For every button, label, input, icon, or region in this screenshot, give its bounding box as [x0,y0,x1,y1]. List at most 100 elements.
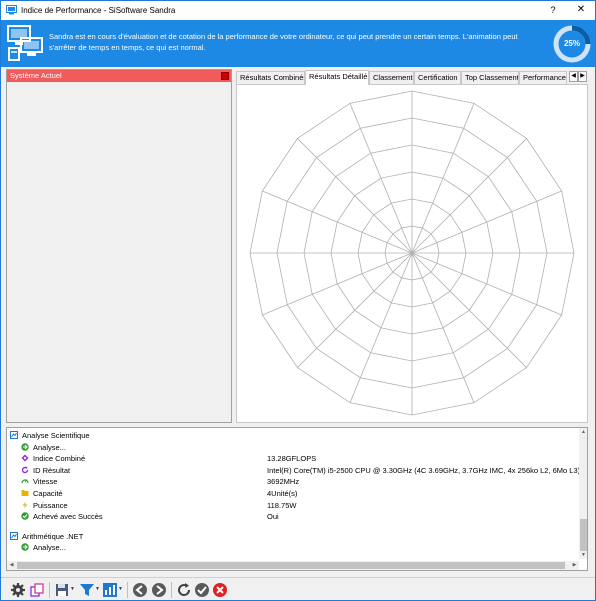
result-label: Puissance [33,500,68,510]
tab-bar: Résultats Combinés Résultats Détaillé Cl… [236,70,588,85]
radar-chart-panel [236,84,588,423]
tab-prev-icon[interactable]: ◀ [569,71,578,82]
radar-spoke [297,138,413,254]
result-row[interactable]: Vitesse [21,476,57,487]
progress-label: 25% [563,39,580,48]
close-button[interactable]: ✕ [575,4,587,16]
computer-icon [7,25,43,61]
progress-indicator: 25% [552,24,592,64]
horizontal-scrollbar[interactable]: ◀ ▶ [7,561,579,570]
tab-certification[interactable]: Certification [414,71,461,84]
result-row[interactable]: Analyse... [21,442,66,453]
filter-dropdown-icon[interactable]: ▼ [95,586,101,592]
section-header[interactable]: Analyse Scientifique [10,430,90,441]
save-dropdown-icon[interactable]: ▼ [70,586,76,592]
result-value: 13.28GFLOPS [267,454,317,464]
toolbar-separator [127,582,128,598]
panel-close-icon[interactable] [221,72,229,80]
vertical-scroll-thumb[interactable] [580,519,587,551]
radar-spoke [411,252,475,403]
diamond-icon [21,454,29,462]
folder-icon [21,490,29,496]
result-value: 118.75W [267,500,297,510]
radar-spoke [262,252,413,316]
status-banner: Sandra est en cours d'évaluation et de c… [1,20,595,67]
window-title: Indice de Performance - SiSoftware Sandr… [21,6,176,15]
radar-spoke [297,252,413,368]
result-label: Capacité [33,489,63,498]
refresh-icon[interactable] [176,582,192,598]
result-row[interactable]: Capacité [21,488,63,499]
result-label: Analyse... [33,543,66,553]
tab-classement[interactable]: Classement [369,71,414,84]
result-row[interactable]: Analyse... [21,542,66,553]
forward-icon[interactable] [151,582,167,598]
radar-spoke [411,190,562,254]
title-bar: Indice de Performance - SiSoftware Sandr… [1,1,595,20]
result-row[interactable]: Indice Combiné [21,453,85,464]
chart-icon[interactable] [102,582,118,598]
arrow-right-icon [21,442,29,451]
scroll-up-icon[interactable]: ▲ [579,428,587,436]
radar-spoke [411,252,527,368]
ok-icon[interactable] [194,582,210,598]
vertical-scrollbar[interactable]: ▲ ▼ [579,428,587,559]
bottom-toolbar: ▼ ▼ ▼ [1,577,595,600]
result-value: 3692MHz [267,477,300,487]
radar-spoke [411,252,562,316]
section-title: Arithmétique .NET [22,531,84,541]
scroll-down-icon[interactable]: ▼ [579,551,587,559]
system-panel-title: Système Actuel [10,71,62,80]
gauge-icon [21,479,29,484]
chart-icon [10,531,18,540]
help-button[interactable]: ? [547,4,559,16]
radar-spoke [411,138,527,254]
result-value: Intel(R) Core(TM) i5-2500 CPU @ 3.30GHz … [267,465,581,475]
section-header[interactable]: Arithmétique .NET [10,531,83,542]
tab-resultats-detaille[interactable]: Résultats Détaillé [305,70,369,85]
result-row[interactable]: Puissance [21,500,68,511]
result-label: Indice Combiné [33,454,86,464]
chart-icon [10,431,18,439]
tab-next-icon[interactable]: ▶ [578,71,587,82]
copy-icon[interactable] [29,582,45,598]
result-label: Vitesse [33,477,58,487]
lightning-icon [22,501,28,509]
check-icon [21,512,29,520]
radar-chart [249,90,575,416]
tab-performance[interactable]: Performance [519,71,567,84]
arrow-right-icon [21,543,29,552]
refresh-icon [21,466,29,473]
main-window: Indice de Performance - SiSoftware Sandr… [0,0,596,601]
scroll-left-icon[interactable]: ◀ [7,561,16,570]
toolbar-separator [49,582,50,598]
radar-spoke [262,190,413,254]
back-icon[interactable] [132,582,148,598]
scroll-right-icon[interactable]: ▶ [570,561,579,570]
system-panel-header[interactable]: Système Actuel [7,70,231,82]
result-row[interactable]: Achevé avec Succès [21,511,103,522]
app-icon [6,5,17,15]
radar-spoke [411,103,475,254]
result-value: Oui [267,512,279,522]
tab-resultats-combines[interactable]: Résultats Combinés [236,71,305,84]
toolbar-separator [171,582,172,598]
tab-top-classement[interactable]: Top Classement [461,71,519,84]
horizontal-scroll-thumb[interactable] [17,562,565,569]
results-list: Analyse Scientifique Analyse... Indice Com… [6,427,588,571]
result-row[interactable]: ID Résultat [21,465,70,476]
result-value: 4Unité(s) [267,489,298,498]
result-label: Analyse... [33,442,66,452]
save-icon[interactable] [54,582,70,598]
settings-icon[interactable] [10,582,26,598]
chart-dropdown-icon[interactable]: ▼ [118,586,124,592]
filter-icon[interactable] [79,582,95,598]
radar-spoke [349,103,413,254]
radar-spoke [349,252,413,403]
result-label: ID Résultat [33,465,71,475]
cancel-icon[interactable] [212,582,228,598]
banner-message: Sandra est en cours d'évaluation et de c… [49,32,518,52]
system-panel: Système Actuel [6,69,232,423]
section-title: Analyse Scientifique [22,431,90,440]
result-label: Achevé avec Succès [33,512,103,522]
